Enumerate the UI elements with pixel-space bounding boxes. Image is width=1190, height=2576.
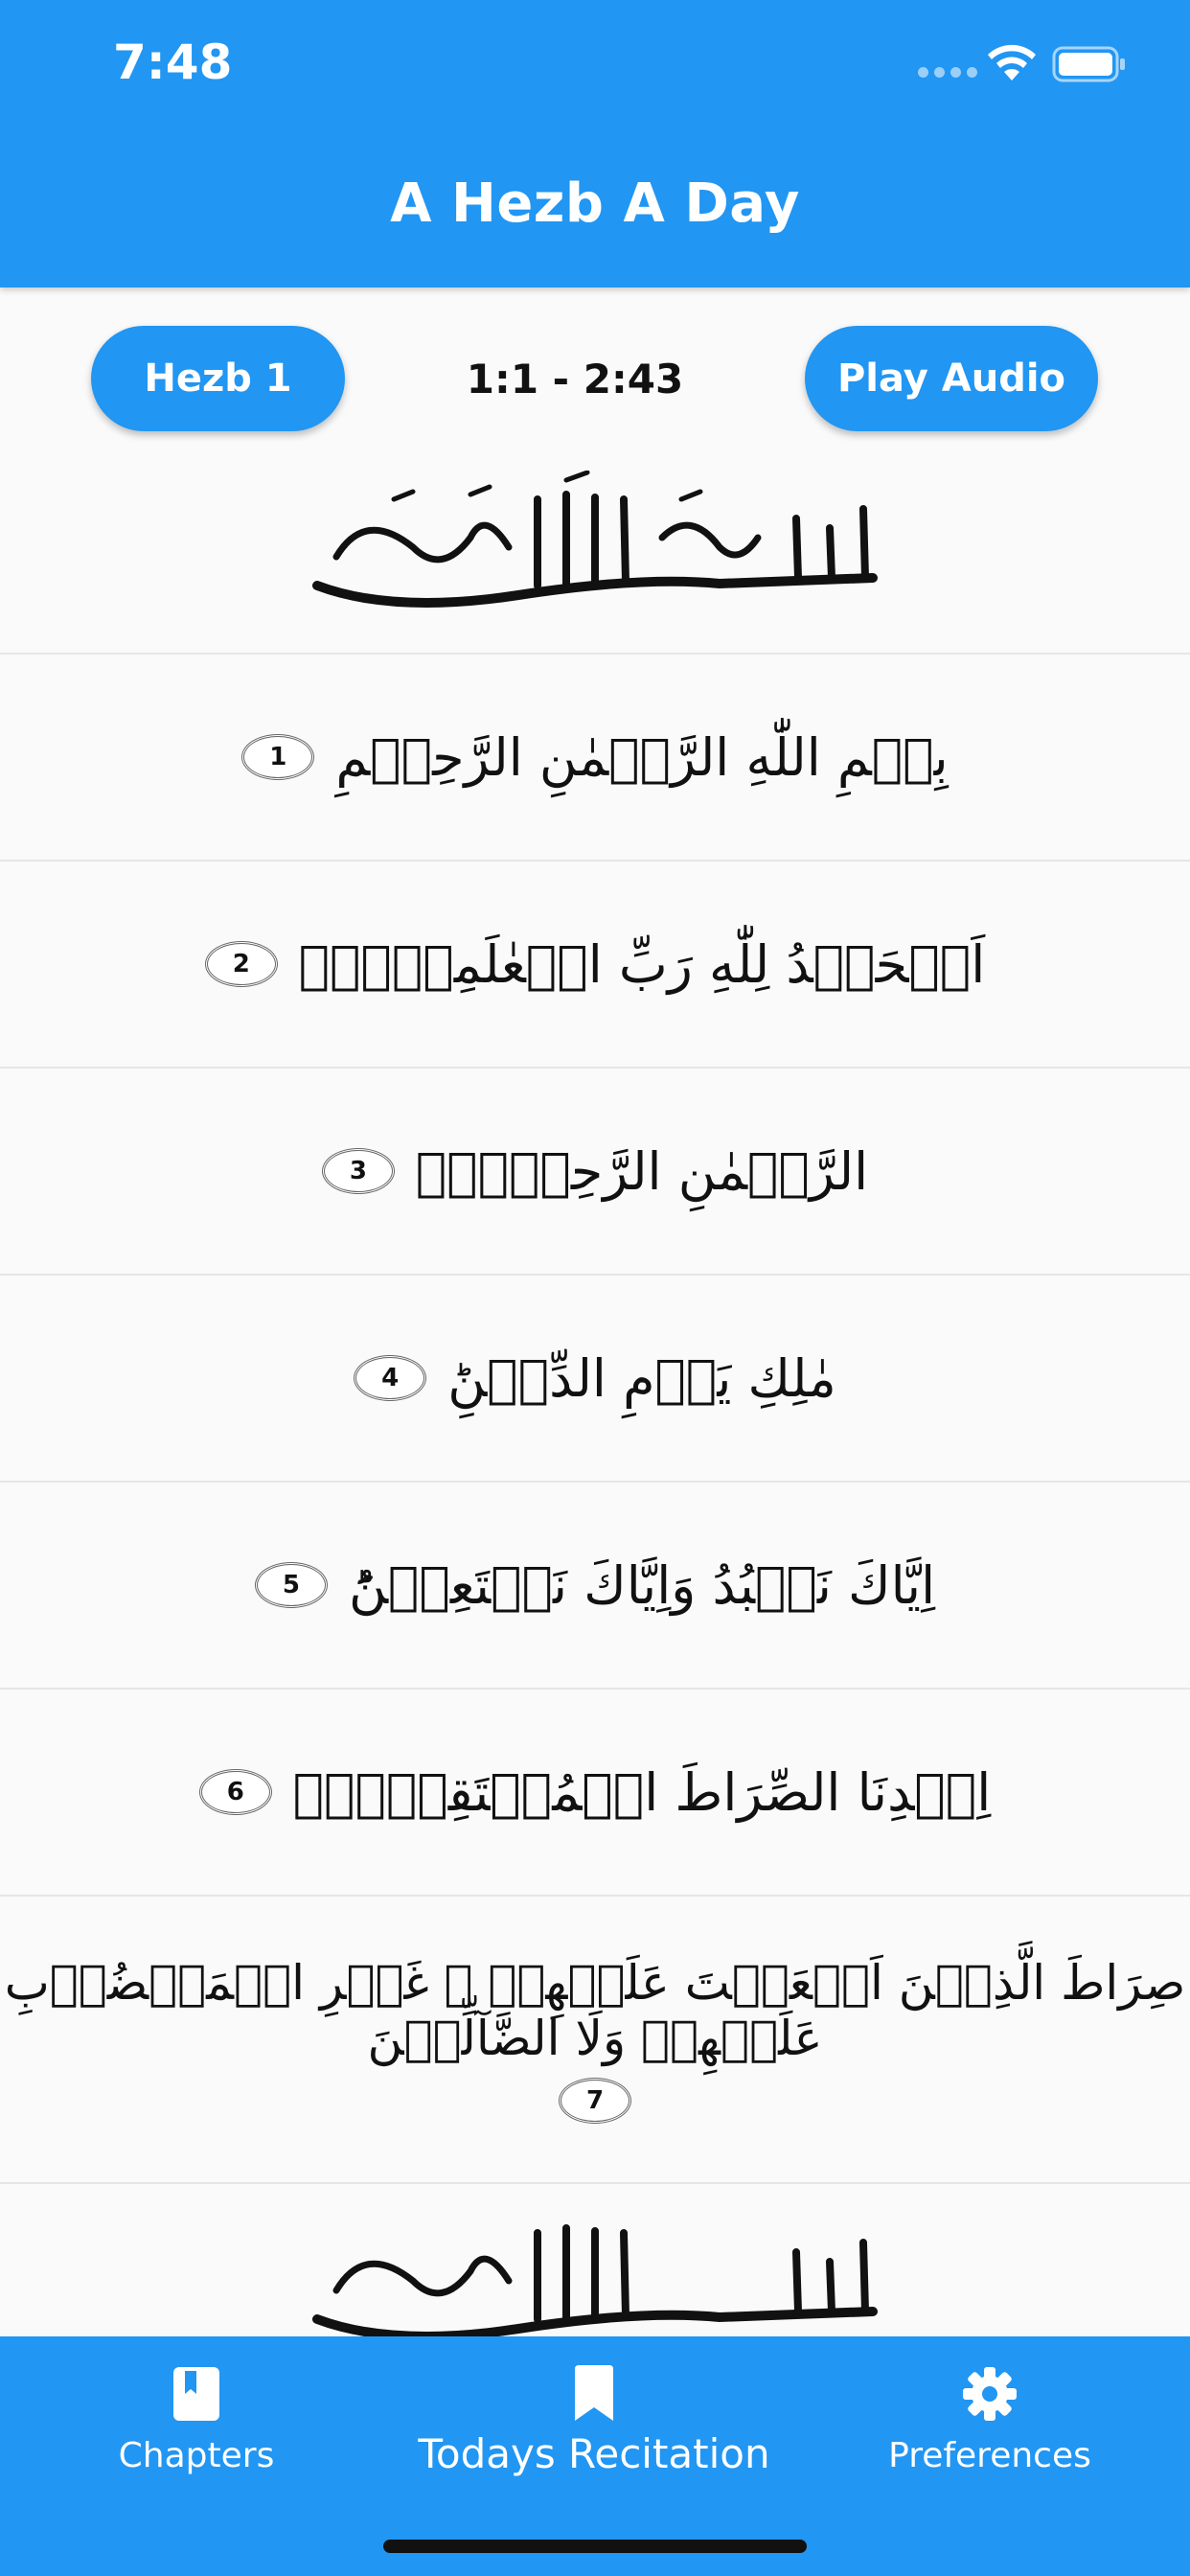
ayah-number-marker: 7 <box>559 2078 631 2124</box>
ayah-number-marker: 3 <box>321 1148 395 1194</box>
book-icon <box>173 2367 219 2421</box>
verse-row[interactable]: اِهۡدِنَا الصِّرَاطَ الۡمُسۡتَقِيۡمَۙ 6 <box>0 1690 1190 1897</box>
nav-preferences-label: Preferences <box>888 2436 1091 2475</box>
verse-text: اِيَّاكَ نَعۡبُدُ وَاِيَّاكَ نَسۡتَعِيۡن… <box>348 1554 936 1616</box>
status-bar: 7:48 <box>0 0 1190 134</box>
verse-row[interactable]: اِيَّاكَ نَعۡبُدُ وَاِيَّاكَ نَسۡتَعِيۡن… <box>0 1483 1190 1690</box>
ayah-number-marker: 2 <box>204 941 278 987</box>
wifi-icon <box>988 44 1036 80</box>
verse-text: الرَّحۡمٰنِ الرَّحِيۡمِۙ <box>415 1140 869 1202</box>
verse-row[interactable]: صِرَاطَ الَّذِيۡنَ اَنۡعَمۡتَ عَلَيۡهِمۡ… <box>0 1897 1190 2184</box>
verse-row[interactable]: بِسۡمِ اللّٰهِ الرَّحۡمٰنِ الرَّحِيۡمِ 1 <box>0 655 1190 862</box>
verse-range-label: 1:1 - 2:43 <box>466 355 684 402</box>
verse-row[interactable]: اَلۡحَمۡدُ لِلّٰهِ رَبِّ الۡعٰلَمِيۡنَۙ … <box>0 862 1190 1069</box>
ayah-number-marker: 1 <box>241 734 315 780</box>
verse-list[interactable]: بِسۡمِ اللّٰهِ الرَّحۡمٰنِ الرَّحِيۡمِ 1… <box>0 450 1190 2388</box>
basmala-calligraphy <box>312 470 878 608</box>
hezb-select-button[interactable]: Hezb 1 <box>91 326 345 431</box>
ayah-number-marker: 5 <box>254 1562 328 1608</box>
verse-text: اَلۡحَمۡدُ لِلّٰهِ رَبِّ الۡعٰلَمِيۡنَۙ <box>298 933 986 995</box>
verse-text: مٰلِكِ يَوۡمِ الدِّيۡنِؕ <box>447 1347 836 1409</box>
controls-row: Hezb 1 1:1 - 2:43 Play Audio <box>0 326 1190 431</box>
bookmark-icon <box>575 2365 613 2421</box>
verse-text: اِهۡدِنَا الصِّرَاطَ الۡمُسۡتَقِيۡمَۙ <box>292 1761 992 1823</box>
signal-icon <box>918 67 977 78</box>
nav-todays-recitation-label: Todays Recitation <box>418 2430 770 2477</box>
play-audio-button[interactable]: Play Audio <box>805 326 1098 431</box>
bottom-nav: Chapters Todays Recitation Preferences <box>0 2336 1190 2576</box>
app-title: A Hezb A Day <box>390 172 800 235</box>
basmala-header <box>0 450 1190 655</box>
battery-icon <box>1052 46 1125 82</box>
verse-text: صِرَاطَ الَّذِيۡنَ اَنۡعَمۡتَ عَلَيۡهِمۡ… <box>4 1955 1186 2066</box>
nav-preferences[interactable]: Preferences <box>862 2365 1117 2475</box>
verse-text: بِسۡمِ اللّٰهِ الرَّحۡمٰنِ الرَّحِيۡمِ <box>335 726 949 788</box>
ayah-number-marker: 6 <box>198 1769 272 1815</box>
nav-todays-recitation[interactable]: Todays Recitation <box>402 2365 786 2477</box>
verse-row[interactable]: الرَّحۡمٰنِ الرَّحِيۡمِۙ 3 <box>0 1069 1190 1276</box>
verse-row[interactable]: مٰلِكِ يَوۡمِ الدِّيۡنِؕ 4 <box>0 1276 1190 1483</box>
nav-chapters[interactable]: Chapters <box>86 2365 307 2475</box>
gear-icon <box>963 2367 1017 2421</box>
home-indicator[interactable] <box>383 2540 807 2553</box>
ayah-number-marker: 4 <box>354 1355 427 1401</box>
nav-chapters-label: Chapters <box>118 2436 275 2475</box>
app-header: 7:48 A Hezb A Day <box>0 0 1190 288</box>
status-time: 7:48 <box>113 34 233 90</box>
